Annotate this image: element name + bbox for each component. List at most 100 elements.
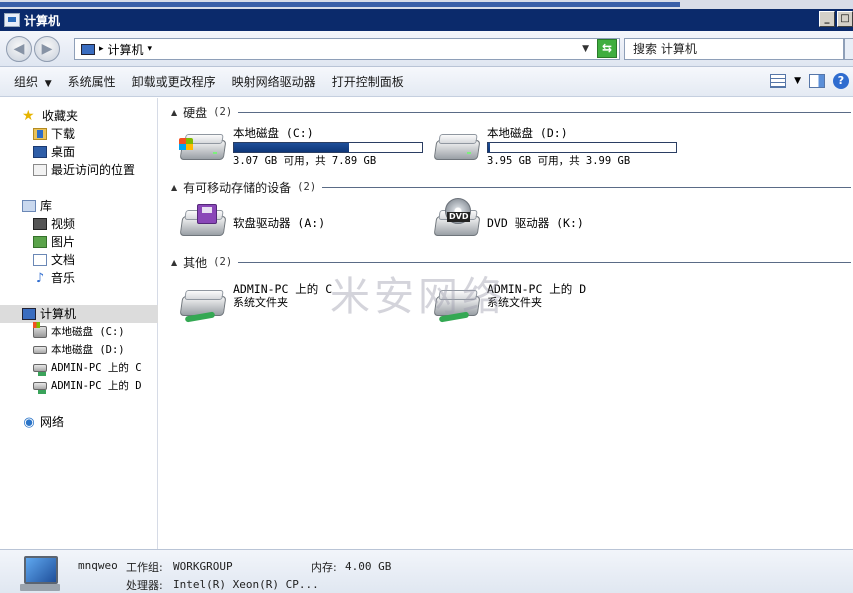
group-hdd-count: (2) xyxy=(213,106,233,118)
system-properties-button[interactable]: 系统属性 xyxy=(60,71,124,93)
nav-computer[interactable]: 计算机 xyxy=(0,305,158,323)
cpu-label: 处理器: xyxy=(126,579,163,592)
net-c-type: 系统文件夹 xyxy=(233,296,288,309)
network-icon: ◉ xyxy=(23,415,35,430)
collapse-triangle-icon[interactable]: ▲ xyxy=(171,183,177,192)
drive-tile-floppy[interactable]: 软盘驱动器 (A:) xyxy=(179,202,325,240)
nav-libraries[interactable]: 库 xyxy=(22,197,52,215)
workgroup-value: WORKGROUP xyxy=(173,560,233,573)
nav-pictures[interactable]: 图片 xyxy=(33,233,75,251)
system-drive-icon xyxy=(179,132,227,164)
nav-network-drive-c[interactable]: ADMIN-PC 上的 C xyxy=(33,359,142,377)
address-history-dropdown-icon[interactable]: ▼ xyxy=(582,44,589,54)
dvd-drive-icon: DVD xyxy=(433,198,481,240)
breadcrumb-computer[interactable]: 计算机 xyxy=(108,41,144,58)
drive-tile-c[interactable]: 本地磁盘 (C:) 3.07 GB 可用，共 7.89 GB xyxy=(179,126,423,168)
group-divider xyxy=(238,111,851,113)
net-c-name: ADMIN-PC 上的 C xyxy=(233,282,333,296)
view-controls: ▼ ? xyxy=(770,73,849,89)
open-control-panel-button[interactable]: 打开控制面板 xyxy=(324,71,412,93)
drive-d-free-text: 3.95 GB 可用，共 3.99 GB xyxy=(487,155,631,167)
nav-desktop[interactable]: 桌面 xyxy=(33,143,75,161)
nav-libraries-label: 库 xyxy=(40,199,53,213)
hard-drive-icon xyxy=(33,346,47,354)
refresh-button[interactable]: ⇆ xyxy=(597,39,617,58)
breadcrumb-arrow-icon[interactable]: ▸ xyxy=(99,44,104,54)
nav-downloads[interactable]: 下载 xyxy=(33,125,75,143)
computer-name: mnqweo xyxy=(78,559,118,572)
organize-button[interactable]: 组织 ▼ xyxy=(0,71,60,93)
search-icon[interactable] xyxy=(844,38,853,60)
group-header-removable[interactable]: ▲ 有可移动存储的设备 (2) xyxy=(171,179,851,195)
collapse-triangle-icon[interactable]: ▲ xyxy=(171,258,177,267)
system-drive-icon xyxy=(33,322,47,338)
views-dropdown-icon[interactable]: ▼ xyxy=(794,76,801,86)
group-other-count: (2) xyxy=(213,256,233,268)
views-icon[interactable] xyxy=(770,74,787,88)
back-arrow-icon: ◀ xyxy=(13,41,25,57)
computer-icon xyxy=(81,43,95,55)
group-divider xyxy=(238,261,851,263)
nav-videos[interactable]: 视频 xyxy=(33,215,75,233)
map-network-drive-button[interactable]: 映射网络驱动器 xyxy=(224,71,324,93)
nav-drive-d[interactable]: 本地磁盘 (D:) xyxy=(33,341,125,359)
preview-pane-icon[interactable] xyxy=(809,74,825,88)
nav-documents-label: 文档 xyxy=(51,253,76,267)
refresh-icon: ⇆ xyxy=(601,41,613,55)
minimize-button[interactable]: _ xyxy=(819,11,835,27)
nav-network-label: 网络 xyxy=(40,415,65,429)
computer-icon xyxy=(22,308,36,320)
libraries-icon xyxy=(22,200,36,212)
floppy-drive-name: 软盘驱动器 (A:) xyxy=(233,216,326,230)
desktop-icon xyxy=(33,146,47,158)
drive-c-usage-fill xyxy=(234,143,349,152)
drive-d-usage-bar xyxy=(487,142,677,153)
workgroup-label: 工作组: xyxy=(126,561,163,574)
nav-favorites-label: 收藏夹 xyxy=(42,109,79,123)
nav-drive-c[interactable]: 本地磁盘 (C:) xyxy=(33,322,125,341)
uninstall-program-button[interactable]: 卸载或更改程序 xyxy=(124,71,224,93)
nav-documents[interactable]: 文档 xyxy=(33,251,75,269)
group-removable-label: 有可移动存储的设备 xyxy=(183,180,292,195)
group-header-other[interactable]: ▲ 其他 (2) xyxy=(171,254,851,270)
back-button[interactable]: ◀ xyxy=(6,36,32,62)
drive-d-name: 本地磁盘 (D:) xyxy=(487,126,568,140)
floppy-drive-icon xyxy=(179,204,227,240)
top-strip-bar xyxy=(0,2,680,7)
nav-net-c-label: ADMIN-PC 上的 C xyxy=(51,362,142,374)
nav-favorites[interactable]: ★ 收藏夹 xyxy=(22,107,78,125)
address-bar: ◀ ▶ ▸ 计算机 ▾ ▼ ⇆ 搜索 计算机 xyxy=(0,31,853,67)
nav-computer-label: 计算机 xyxy=(40,307,77,321)
breadcrumb-dropdown-icon[interactable]: ▾ xyxy=(148,44,153,54)
network-drive-tile-c[interactable]: ADMIN-PC 上的 C 系统文件夹 xyxy=(179,282,333,323)
chevron-down-icon: ▼ xyxy=(41,78,52,89)
computer-monitor-icon xyxy=(18,556,62,592)
network-drive-icon xyxy=(33,382,47,394)
documents-icon xyxy=(33,254,47,266)
nav-network[interactable]: ◉ 网络 xyxy=(22,413,64,431)
nav-music[interactable]: ♪ 音乐 xyxy=(33,269,75,287)
nav-drive-c-label: 本地磁盘 (C:) xyxy=(51,326,125,338)
dvd-drive-name: DVD 驱动器 (K:) xyxy=(487,216,584,230)
network-drive-icon xyxy=(179,288,227,323)
title-bar: 计算机 _ □ xyxy=(0,9,853,31)
nav-net-d-label: ADMIN-PC 上的 D xyxy=(51,380,142,392)
drive-c-name: 本地磁盘 (C:) xyxy=(233,126,314,140)
nav-network-drive-d[interactable]: ADMIN-PC 上的 D xyxy=(33,377,142,395)
address-field[interactable]: ▸ 计算机 ▾ ▼ xyxy=(74,38,620,60)
computer-icon xyxy=(4,13,20,27)
maximize-button[interactable]: □ xyxy=(837,11,853,27)
help-icon[interactable]: ? xyxy=(833,73,849,89)
search-input[interactable]: 搜索 计算机 xyxy=(624,38,844,60)
collapse-triangle-icon[interactable]: ▲ xyxy=(171,108,177,117)
memory-label: 内存: xyxy=(311,561,337,574)
group-header-hard-disks[interactable]: ▲ 硬盘 (2) xyxy=(171,104,851,120)
drive-tile-dvd[interactable]: DVD DVD 驱动器 (K:) xyxy=(433,198,584,240)
drive-tile-d[interactable]: 本地磁盘 (D:) 3.95 GB 可用，共 3.99 GB xyxy=(433,126,677,168)
forward-arrow-icon: ▶ xyxy=(41,41,53,57)
nav-downloads-label: 下载 xyxy=(51,127,76,141)
group-divider xyxy=(322,186,851,188)
pictures-icon xyxy=(33,236,47,248)
nav-recent-places[interactable]: 最近访问的位置 xyxy=(33,161,135,179)
forward-button[interactable]: ▶ xyxy=(34,36,60,62)
